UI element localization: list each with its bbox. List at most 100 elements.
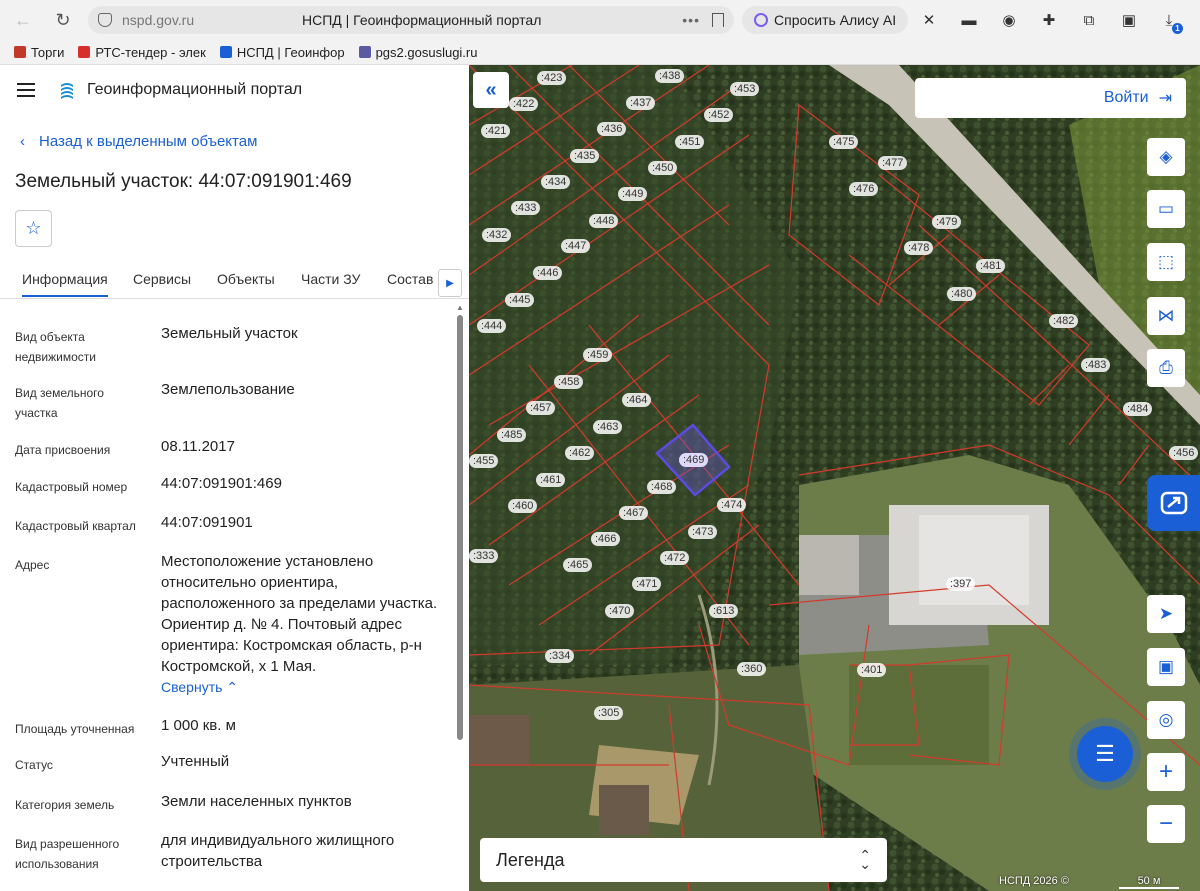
chat-button[interactable]: ☰ — [1077, 726, 1133, 782]
parcel-label[interactable]: :423 — [537, 71, 567, 85]
parcel-label[interactable]: :483 — [1081, 358, 1111, 372]
expand-icon[interactable]: ⌃ ⌄ — [859, 848, 871, 871]
parcel-label[interactable]: :459 — [583, 348, 613, 362]
parcel-label[interactable]: :471 — [632, 577, 662, 591]
side-panel-tab[interactable] — [1147, 475, 1200, 531]
parcel-label[interactable]: :445 — [505, 293, 535, 307]
tab-parts[interactable]: Части ЗУ — [301, 271, 360, 287]
parcel-label[interactable]: :473 — [688, 525, 718, 539]
geolocation-button[interactable]: ◎ — [1147, 701, 1185, 739]
reload-icon[interactable]: ↻ — [48, 5, 78, 35]
bookmark-item[interactable]: РТС-тендер - элек — [78, 45, 206, 60]
tab-info[interactable]: Информация — [22, 271, 108, 297]
parcel-label[interactable]: :422 — [509, 97, 539, 111]
parcel-label[interactable]: :453 — [730, 82, 760, 96]
address-bar[interactable]: nspd.gov.ru НСПД | Геоинформационный пор… — [88, 6, 734, 34]
parcel-label[interactable]: :360 — [737, 662, 767, 676]
parcel-label[interactable]: :447 — [561, 239, 591, 253]
back-to-selection-link[interactable]: ‹ Назад к выделенным объектам — [20, 133, 257, 150]
legend-panel[interactable]: Легенда ⌃ ⌄ — [480, 838, 887, 882]
parcel-label[interactable]: :448 — [589, 214, 619, 228]
share-button[interactable]: ⋈ — [1147, 297, 1185, 335]
bookmark-item[interactable]: pgs2.gosuslugi.ru — [358, 45, 477, 60]
parcel-label[interactable]: :462 — [565, 446, 595, 460]
parcel-label[interactable]: :397 — [946, 577, 976, 591]
more-icon[interactable]: ••• — [682, 12, 700, 28]
bookmark-icon[interactable] — [712, 13, 724, 27]
tab-composition[interactable]: Состав — [387, 271, 433, 287]
tab-objects[interactable]: Объекты — [217, 271, 275, 287]
vpn-icon[interactable]: ▬ — [955, 6, 983, 34]
tabs-scroll-right-button[interactable]: ▶ — [438, 269, 462, 297]
parcel-label[interactable]: :457 — [526, 401, 556, 415]
menu-icon[interactable] — [17, 83, 35, 97]
print-button[interactable]: ⎙ — [1147, 349, 1185, 387]
parcel-label[interactable]: :613 — [709, 604, 739, 618]
extensions-icon[interactable]: ✚ — [1035, 6, 1063, 34]
parcel-label[interactable]: :401 — [857, 663, 887, 677]
collapse-panel-button[interactable]: « — [473, 72, 509, 108]
parcel-label[interactable]: :475 — [829, 135, 859, 149]
collections-icon[interactable]: ⧉ — [1075, 6, 1103, 34]
parcel-label[interactable]: :484 — [1123, 402, 1153, 416]
select-area-button[interactable]: ⬚ — [1147, 243, 1185, 281]
parcel-label[interactable]: :455 — [469, 454, 499, 468]
k-icon[interactable]: ✕ — [915, 6, 943, 34]
parcel-label[interactable]: :450 — [648, 161, 678, 175]
alisa-button[interactable]: Спросить Алису AI — [742, 6, 909, 34]
parcel-label[interactable]: :476 — [849, 182, 879, 196]
zoom-in-button[interactable]: + — [1147, 753, 1185, 791]
back-arrow-icon[interactable]: ← — [8, 5, 38, 35]
parcel-label[interactable]: :434 — [541, 175, 571, 189]
parcel-label[interactable]: :463 — [593, 420, 623, 434]
site-info-icon[interactable] — [98, 13, 112, 27]
parcel-label[interactable]: :468 — [647, 480, 677, 494]
login-button[interactable]: Войти ⇥ — [915, 78, 1186, 118]
parcel-label[interactable]: :451 — [675, 135, 705, 149]
scrollbar-thumb[interactable] — [457, 315, 463, 740]
parcel-label[interactable]: :461 — [536, 473, 566, 487]
bookmark-item[interactable]: НСПД | Геоинфор — [219, 45, 345, 60]
parcel-label[interactable]: :485 — [497, 428, 527, 442]
parcel-label[interactable]: :456 — [1169, 446, 1199, 460]
parcel-label[interactable]: :474 — [717, 498, 747, 512]
scroll-up-icon[interactable]: ▲ — [456, 303, 464, 312]
parcel-label[interactable]: :438 — [655, 69, 685, 83]
parcel-label[interactable]: :458 — [554, 375, 584, 389]
minimap-button[interactable]: ▣ — [1147, 648, 1185, 686]
parcel-label[interactable]: :333 — [469, 549, 499, 563]
parcel-label[interactable]: :433 — [511, 201, 541, 215]
parcel-label[interactable]: :480 — [947, 287, 977, 301]
map-view[interactable]: :423 :438 :453 :422 :437 :452 :421 :436 … — [469, 65, 1200, 891]
parcel-label[interactable]: :478 — [904, 241, 934, 255]
bookmark-item[interactable]: Торги — [14, 45, 64, 60]
parcel-label[interactable]: :432 — [482, 228, 512, 242]
parcel-label[interactable]: :472 — [660, 551, 690, 565]
parcel-label[interactable]: :482 — [1049, 314, 1079, 328]
parcel-label[interactable]: :449 — [618, 187, 648, 201]
parcel-label[interactable]: :334 — [545, 649, 575, 663]
parcel-label[interactable]: :477 — [878, 156, 908, 170]
parcel-label[interactable]: :446 — [533, 266, 563, 280]
tab-services[interactable]: Сервисы — [133, 271, 191, 287]
collapse-link[interactable]: Свернуть ⌃ — [161, 679, 238, 695]
parcel-label[interactable]: :465 — [563, 558, 593, 572]
locate-button[interactable]: ➤ — [1147, 595, 1185, 633]
parcel-label[interactable]: :444 — [477, 319, 507, 333]
measure-button[interactable]: ▭ — [1147, 190, 1185, 228]
panel-scrollbar[interactable]: ▲ — [456, 303, 464, 891]
parcel-label[interactable]: :421 — [481, 124, 511, 138]
parcel-label[interactable]: :435 — [570, 149, 600, 163]
parcel-label[interactable]: :305 — [594, 706, 624, 720]
profile-icon[interactable]: ▣ — [1115, 6, 1143, 34]
parcel-label[interactable]: :470 — [605, 604, 635, 618]
parcel-label[interactable]: :464 — [622, 393, 652, 407]
layers-button[interactable]: ◈ — [1147, 138, 1185, 176]
parcel-label[interactable]: :481 — [976, 259, 1006, 273]
zoom-out-button[interactable]: − — [1147, 805, 1185, 843]
parcel-label[interactable]: :437 — [626, 96, 656, 110]
record-icon[interactable]: ◉ — [995, 6, 1023, 34]
parcel-label[interactable]: :460 — [508, 499, 538, 513]
favorite-button[interactable]: ☆ — [15, 210, 52, 247]
downloads-icon[interactable]: ⤓ 1 — [1155, 6, 1183, 34]
